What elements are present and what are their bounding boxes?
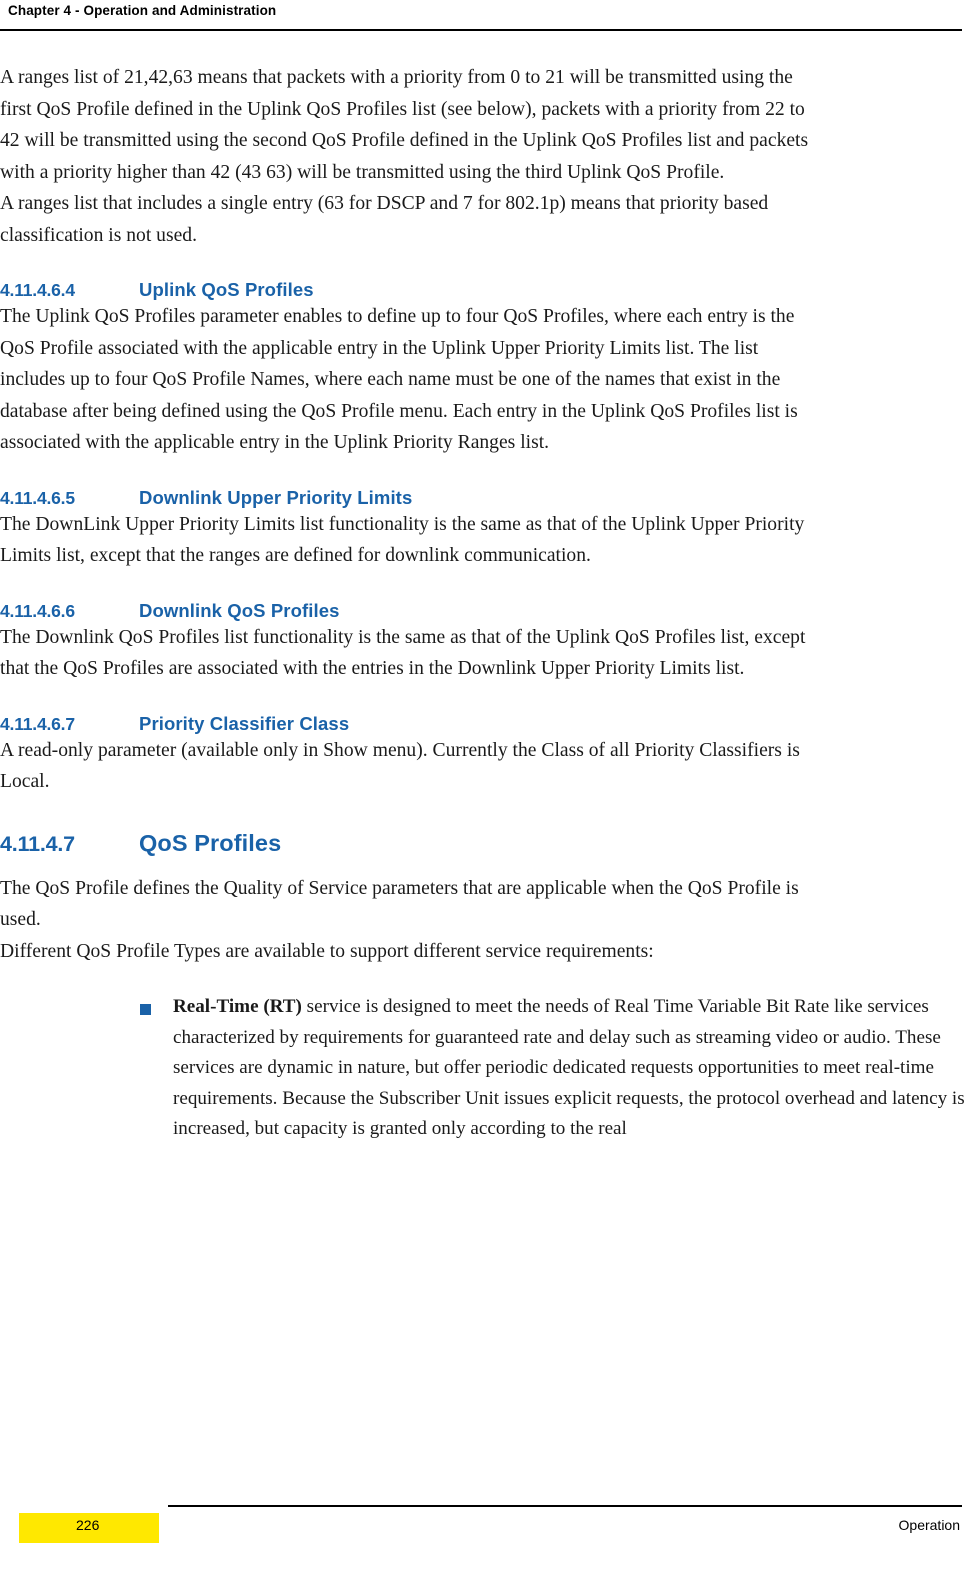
footer-section-label: Operation xyxy=(898,1517,960,1533)
page-header: Chapter 4 - Operation and Administration xyxy=(0,0,977,31)
footer-divider xyxy=(168,1505,962,1507)
list-item: Real-Time (RT) service is designed to me… xyxy=(139,992,969,1145)
section-body-downlink-qos-profiles: The Downlink QoS Profiles list functiona… xyxy=(0,626,806,680)
section-heading-downlink-upper-priority-limits: 4.11.4.6.5 Downlink Upper Priority Limit… xyxy=(0,487,962,509)
section-heading-qos-profiles: 4.11.4.7 QoS Profiles xyxy=(0,830,962,857)
section-body-qos-profiles-2: Different QoS Profile Types are availabl… xyxy=(0,940,654,962)
section-body-priority-classifier-class: A read-only parameter (available only in… xyxy=(0,739,800,793)
page-footer: 226 Operation xyxy=(0,1505,977,1565)
section-heading-priority-classifier-class: 4.11.4.6.7 Priority Classifier Class xyxy=(0,713,962,735)
section-title: Priority Classifier Class xyxy=(139,712,350,734)
page-number: 226 xyxy=(76,1517,100,1533)
section-number: 4.11.4.6.5 xyxy=(0,487,75,508)
section-heading-uplink-qos-profiles: 4.11.4.6.4 Uplink QoS Profiles xyxy=(0,279,962,301)
section-heading-downlink-qos-profiles: 4.11.4.6.6 Downlink QoS Profiles xyxy=(0,600,962,622)
section-title: QoS Profiles xyxy=(139,829,282,856)
list-item-text: Real-Time (RT) service is designed to me… xyxy=(173,992,969,1145)
section-title: Downlink Upper Priority Limits xyxy=(139,486,413,508)
section-number: 4.11.4.6.4 xyxy=(0,280,75,300)
section-body-qos-profiles-1: The QoS Profile defines the Quality of S… xyxy=(0,877,799,931)
page-content: A ranges list of 21,42,63 means that pac… xyxy=(0,62,965,1145)
section-title: Uplink QoS Profiles xyxy=(139,279,314,300)
square-bullet-icon xyxy=(140,1004,151,1015)
chapter-title: Chapter 4 - Operation and Administration xyxy=(8,3,277,18)
section-body-uplink-qos-profiles: The Uplink QoS Profiles parameter enable… xyxy=(0,306,798,453)
list-item-body: service is designed to meet the needs of… xyxy=(173,996,965,1139)
paragraph-intro-2: A ranges list that includes a single ent… xyxy=(0,193,769,246)
paragraph-intro-1: A ranges list of 21,42,63 means that pac… xyxy=(0,67,809,183)
section-body-downlink-upper-priority-limits: The DownLink Upper Priority Limits list … xyxy=(0,513,805,567)
list-item-lead: Real-Time (RT) xyxy=(173,996,302,1017)
section-number: 4.11.4.7 xyxy=(0,831,75,856)
header-divider xyxy=(0,29,962,31)
section-title: Downlink QoS Profiles xyxy=(139,599,340,621)
section-number: 4.11.4.6.6 xyxy=(0,600,75,621)
section-number: 4.11.4.6.7 xyxy=(0,713,75,734)
